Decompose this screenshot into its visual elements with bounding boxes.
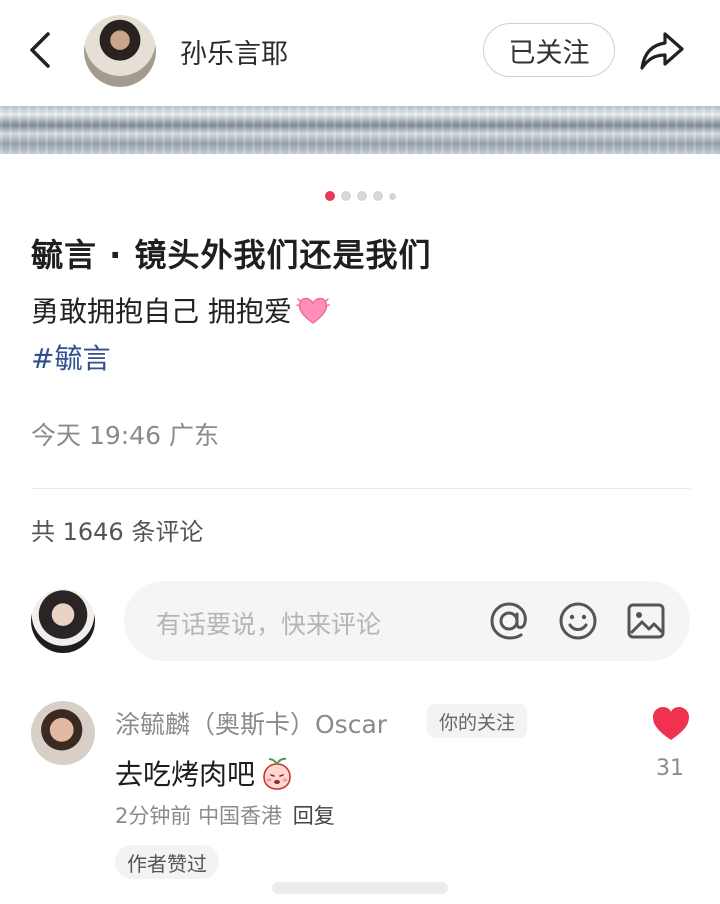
carousel-dot: [372, 191, 383, 201]
carousel-indicator: [0, 190, 720, 202]
top-bar: 孙乐言耶 已关注: [0, 0, 720, 104]
comment-time: 2分钟前: [115, 804, 192, 828]
pink-heart-emoji-icon: [296, 297, 330, 324]
following-badge: 你的关注: [427, 704, 528, 738]
post-image-carousel[interactable]: [0, 106, 720, 154]
author-liked-badge: 作者赞过: [115, 845, 219, 879]
comment-text: 去吃烤肉吧: [115, 753, 295, 793]
comment-text-content: 去吃烤肉吧: [115, 758, 256, 791]
comment-meta: 2分钟前 中国香港 回复: [115, 800, 335, 830]
carousel-dot: [356, 191, 367, 201]
comment-location: 中国香港: [198, 804, 283, 828]
home-indicator: [272, 882, 448, 894]
post-meta: 今天 19:46 广东: [31, 421, 219, 450]
carousel-dot-active: [324, 191, 335, 201]
like-count: 31: [656, 756, 684, 781]
reply-button[interactable]: 回复: [293, 804, 335, 828]
heart-like-icon[interactable]: [651, 706, 691, 742]
commenter-name[interactable]: 涂毓麟（奥斯卡）Oscar: [115, 705, 387, 741]
comment-input[interactable]: 有话要说，快来评论: [124, 581, 690, 661]
share-arrow-icon[interactable]: [638, 28, 686, 74]
post-body: 勇敢拥抱自己 拥抱爱: [31, 290, 330, 330]
carousel-dot: [340, 191, 351, 201]
smile-icon[interactable]: [557, 600, 599, 642]
comment-item: 涂毓麟（奥斯卡）Oscar 你的关注 去吃烤肉吧 2分钟前 中国香港 回复 作者…: [0, 690, 720, 904]
back-arrow-icon[interactable]: [24, 30, 60, 70]
author-avatar[interactable]: [84, 15, 156, 87]
my-avatar: [31, 589, 95, 653]
comment-input-placeholder: 有话要说，快来评论: [156, 610, 382, 639]
carousel-dot: [388, 192, 396, 200]
peach-emoji-icon: [263, 757, 291, 790]
post-body-text: 勇敢拥抱自己 拥抱爱: [31, 295, 292, 328]
at-icon[interactable]: [488, 600, 530, 642]
image-icon[interactable]: [625, 600, 667, 642]
author-name[interactable]: 孙乐言耶: [180, 32, 288, 71]
divider: [31, 488, 690, 489]
hashtag-link[interactable]: #毓言: [31, 337, 110, 377]
post-title: 毓言 · 镜头外我们还是我们: [31, 236, 432, 274]
follow-button[interactable]: 已关注: [483, 23, 615, 77]
comment-count: 共 1646 条评论: [31, 518, 204, 546]
commenter-avatar[interactable]: [31, 701, 95, 765]
